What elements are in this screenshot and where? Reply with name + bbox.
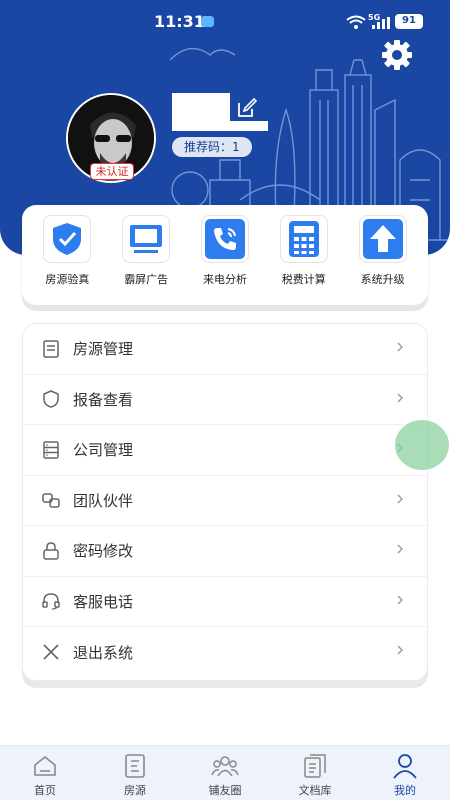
status-time: 11:31 bbox=[154, 12, 205, 31]
home-icon bbox=[34, 755, 56, 776]
verification-status-badge: 未认证 bbox=[90, 163, 134, 180]
lock-icon bbox=[43, 541, 59, 560]
link-icon bbox=[42, 493, 60, 508]
menu-item-report-view[interactable]: 报备查看 bbox=[23, 375, 427, 425]
chevron-right-icon bbox=[397, 342, 403, 352]
menu-label: 团队伙伴 bbox=[73, 491, 134, 510]
action-verify-listing[interactable]: 房源验真 bbox=[29, 215, 105, 305]
tab-label: 房源 bbox=[124, 784, 146, 797]
referral-code: 1 bbox=[232, 140, 240, 154]
menu-item-customer-service[interactable]: 客服电话 bbox=[23, 577, 427, 627]
tab-profile[interactable]: 我的 bbox=[360, 746, 450, 800]
monitor-icon bbox=[130, 225, 163, 253]
quick-actions-card: 房源验真 霸屏广告 来电分析 税费计算 系统升级 bbox=[22, 205, 428, 305]
upgrade-arrow-icon bbox=[362, 219, 403, 259]
menu-item-change-password[interactable]: 密码修改 bbox=[23, 526, 427, 577]
calculator-icon bbox=[288, 221, 319, 257]
menu-label: 客服电话 bbox=[73, 592, 134, 611]
edit-profile-icon[interactable] bbox=[236, 97, 258, 119]
menu-item-logout[interactable]: 退出系统 bbox=[23, 627, 427, 678]
group-icon bbox=[211, 756, 239, 777]
menu-item-team-partners[interactable]: 团队伙伴 bbox=[23, 476, 427, 526]
menu-label: 报备查看 bbox=[73, 390, 134, 409]
chevron-right-icon bbox=[397, 494, 403, 503]
chevron-right-icon bbox=[397, 645, 403, 655]
settings-gear-icon[interactable] bbox=[380, 38, 414, 72]
action-label: 霸屏广告 bbox=[124, 273, 169, 286]
close-icon bbox=[43, 644, 59, 660]
settings-menu: 房源管理 报备查看 公司管理 团队伙伴 密码修改 客服电话 退出系统 bbox=[22, 323, 428, 681]
tab-label: 铺友圈 bbox=[208, 784, 242, 797]
wifi-icon bbox=[346, 15, 366, 29]
tab-listings[interactable]: 房源 bbox=[90, 746, 180, 800]
phone-call-icon bbox=[204, 219, 245, 259]
action-tax-calculator[interactable]: 税费计算 bbox=[266, 215, 342, 305]
referral-code-pill: 推荐码：1 bbox=[172, 137, 252, 157]
document-icon bbox=[43, 340, 59, 358]
action-label: 来电分析 bbox=[202, 273, 247, 286]
headset-icon bbox=[42, 593, 60, 610]
username-redacted bbox=[172, 93, 230, 121]
chevron-right-icon bbox=[397, 393, 403, 402]
action-call-analysis[interactable]: 来电分析 bbox=[187, 215, 263, 305]
listing-icon bbox=[125, 754, 145, 778]
tab-documents[interactable]: 文档库 bbox=[270, 746, 360, 800]
menu-item-company-management[interactable]: 公司管理 bbox=[23, 425, 427, 476]
action-system-upgrade[interactable]: 系统升级 bbox=[345, 215, 421, 305]
floating-assistive-button[interactable] bbox=[395, 420, 449, 470]
battery-indicator: 91 bbox=[395, 14, 423, 29]
signal-icon bbox=[372, 17, 390, 29]
bottom-tab-bar: 首页 房源 铺友圈 文档库 我的 bbox=[0, 745, 450, 800]
action-label: 房源验真 bbox=[45, 273, 90, 286]
menu-label: 密码修改 bbox=[73, 542, 134, 561]
tab-home[interactable]: 首页 bbox=[0, 746, 90, 800]
menu-label: 退出系统 bbox=[73, 643, 134, 662]
menu-label: 公司管理 bbox=[73, 441, 134, 460]
files-icon bbox=[304, 754, 326, 778]
action-label: 系统升级 bbox=[360, 273, 405, 286]
tab-label: 文档库 bbox=[298, 784, 332, 797]
shield-outline-icon bbox=[43, 390, 59, 409]
chevron-right-icon bbox=[397, 544, 403, 554]
action-screen-ads[interactable]: 霸屏广告 bbox=[108, 215, 184, 305]
username-redacted-extension bbox=[172, 121, 268, 131]
action-label: 税费计算 bbox=[281, 273, 326, 286]
tab-community[interactable]: 铺友圈 bbox=[180, 746, 270, 800]
cabinet-icon bbox=[43, 441, 59, 459]
user-icon bbox=[393, 754, 417, 779]
menu-label: 房源管理 bbox=[73, 340, 134, 359]
shield-check-icon bbox=[53, 223, 82, 255]
menu-item-listing-management[interactable]: 房源管理 bbox=[23, 324, 427, 375]
tab-label: 首页 bbox=[34, 784, 56, 797]
referral-label: 推荐码： bbox=[184, 140, 233, 154]
chevron-right-icon bbox=[397, 595, 403, 604]
tab-label: 我的 bbox=[394, 784, 416, 797]
message-notification-icon bbox=[201, 16, 214, 27]
